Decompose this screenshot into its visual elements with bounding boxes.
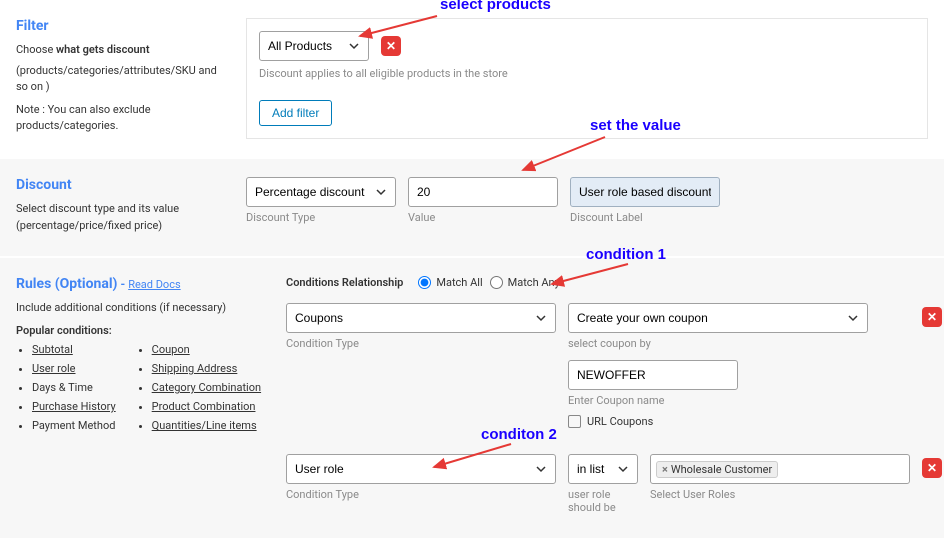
popular-link[interactable]: Category Combination bbox=[152, 381, 261, 394]
close-icon: ✕ bbox=[927, 310, 937, 324]
delete-condition1-button[interactable]: ✕ bbox=[922, 307, 942, 327]
rules-include-text: Include additional conditions (if necess… bbox=[16, 300, 266, 317]
discount-value-label: Value bbox=[408, 211, 558, 224]
discount-value-input[interactable] bbox=[408, 177, 558, 207]
discount-label-input[interactable] bbox=[570, 177, 720, 207]
read-docs-link[interactable]: Read Docs bbox=[128, 278, 180, 291]
filter-applies-text: Discount applies to all eligible product… bbox=[259, 67, 915, 80]
discount-label-label: Discount Label bbox=[570, 211, 720, 224]
role-tag[interactable]: ×Wholesale Customer bbox=[656, 461, 778, 478]
discount-side-text: Select discount type and its value (perc… bbox=[16, 201, 226, 234]
filter-products-select[interactable]: All Products bbox=[259, 31, 369, 61]
close-icon[interactable]: × bbox=[662, 463, 668, 476]
condition2-op-select[interactable]: in list bbox=[568, 454, 638, 484]
add-filter-button[interactable]: Add filter bbox=[259, 100, 332, 126]
match-any-radio[interactable] bbox=[490, 276, 503, 289]
filter-title: Filter bbox=[16, 18, 226, 34]
condition1-method-select[interactable]: Create your own coupon bbox=[568, 303, 868, 333]
close-icon: ✕ bbox=[927, 461, 937, 475]
popular-link[interactable]: Subtotal bbox=[32, 343, 73, 356]
annotation-select-products: select products bbox=[440, 0, 551, 13]
url-coupons-label: URL Coupons bbox=[587, 415, 653, 428]
annotation-condition-2: conditon 2 bbox=[481, 426, 557, 443]
rules-title: Rules (Optional) bbox=[16, 276, 117, 292]
delete-filter-button[interactable]: ✕ bbox=[381, 36, 401, 56]
condition2-roles-input[interactable]: ×Wholesale Customer bbox=[650, 454, 910, 484]
filter-note: Note : You can also exclude products/cat… bbox=[16, 102, 226, 135]
popular-link[interactable]: Shipping Address bbox=[152, 362, 238, 375]
popular-link[interactable]: Quantities/Line items bbox=[152, 419, 257, 432]
condition1-type-select[interactable]: Coupons bbox=[286, 303, 556, 333]
url-coupons-checkbox[interactable] bbox=[568, 415, 581, 428]
filter-choose-sub: (products/categories/attributes/SKU and … bbox=[16, 63, 226, 96]
close-icon: ✕ bbox=[386, 39, 396, 53]
condition2-op-label: user role should be bbox=[568, 488, 638, 514]
discount-type-select[interactable]: Percentage discount bbox=[246, 177, 396, 207]
popular-link[interactable]: Days & Time bbox=[32, 381, 93, 394]
condition1-coupon-input[interactable] bbox=[568, 360, 738, 390]
discount-type-label: Discount Type bbox=[246, 211, 396, 224]
filter-choose-text: Choose what gets discount bbox=[16, 42, 226, 59]
condition1-type-label: Condition Type bbox=[286, 337, 556, 350]
condition2-roles-placeholder: Select User Roles bbox=[650, 488, 910, 501]
popular-link[interactable]: Purchase History bbox=[32, 400, 116, 413]
delete-condition2-button[interactable]: ✕ bbox=[922, 458, 942, 478]
popular-link[interactable]: Product Combination bbox=[152, 400, 256, 413]
condition2-type-select[interactable]: User role bbox=[286, 454, 556, 484]
condition2-type-label: Condition Type bbox=[286, 488, 556, 501]
match-any-label: Match Any bbox=[508, 276, 560, 289]
conditions-relationship-label: Conditions Relationship bbox=[286, 276, 403, 289]
popular-link[interactable]: Payment Method bbox=[32, 419, 115, 432]
match-all-label: Match All bbox=[436, 276, 482, 289]
condition1-coupon-label: Enter Coupon name bbox=[568, 394, 910, 407]
popular-link[interactable]: User role bbox=[32, 362, 76, 375]
popular-col-2: Coupon Shipping Address Category Combina… bbox=[136, 343, 261, 438]
condition1-method-label: select coupon by bbox=[568, 337, 910, 350]
match-all-radio[interactable] bbox=[418, 276, 431, 289]
popular-conditions-label: Popular conditions: bbox=[16, 323, 266, 340]
discount-title: Discount bbox=[16, 177, 226, 193]
popular-link[interactable]: Coupon bbox=[152, 343, 190, 356]
popular-col-1: Subtotal User role Days & Time Purchase … bbox=[16, 343, 116, 438]
